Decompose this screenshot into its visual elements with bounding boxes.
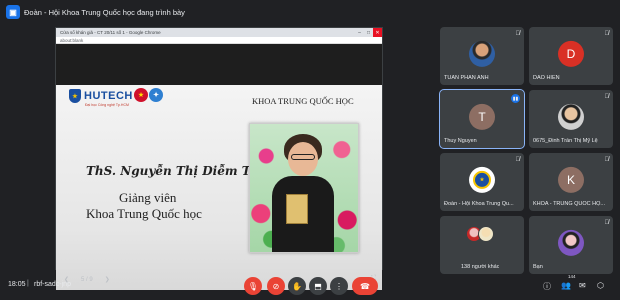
present-button[interactable]: ⬒ xyxy=(309,277,327,295)
chrome-window-controls: – □ ✕ xyxy=(355,28,382,37)
more-vert-icon: ⋮ xyxy=(335,281,343,291)
youth-union-badge-icon: ★ xyxy=(134,88,148,102)
participant-name: 0675_Đinh Trần Thị Mỹ Lệ xyxy=(533,138,598,144)
participant-avatar: D xyxy=(558,40,584,67)
participant-tile[interactable]: ★ 🎙̸ Đoàn - Hội Khoa Trung Qu... xyxy=(440,153,524,211)
people-icon[interactable]: 👥 xyxy=(561,281,571,290)
activities-icon[interactable]: ⬡ xyxy=(597,281,604,290)
union-logo-icon: ★ xyxy=(473,170,491,189)
participant-avatar xyxy=(558,229,584,256)
chrome-titlebar: Cửa sổ khán giả - CT 20/11 số 1 - Google… xyxy=(56,28,382,37)
participant-tile[interactable]: 🎙̸ 0675_Đinh Trần Thị Mỹ Lệ xyxy=(529,90,613,148)
presentation-slide: ★ HUTECH Đại học Công nghệ Tp.HCM ★ ✦ KH… xyxy=(56,44,382,290)
participant-tile[interactable]: 🎙̸ TUAN PHAN ANH xyxy=(440,27,524,85)
mic-off-icon: 🎙̸ xyxy=(604,157,610,163)
self-tile[interactable]: 🎙̸ Bạn xyxy=(529,216,613,274)
divider: | xyxy=(27,280,29,287)
more-options-button[interactable]: ⋮ xyxy=(330,277,348,295)
participant-name: Bạn xyxy=(533,264,543,270)
others-avatar-stack xyxy=(466,226,494,242)
mic-off-icon: 🎙̸ xyxy=(604,94,610,100)
minimize-icon: – xyxy=(358,29,361,36)
person-book xyxy=(286,194,308,224)
others-tile[interactable]: 138 người khác xyxy=(440,216,524,274)
mic-off-icon: 🎙̸ xyxy=(515,157,521,163)
mic-off-icon: 🎙̸ xyxy=(604,31,610,37)
maximize-icon: □ xyxy=(366,29,371,36)
participant-avatar xyxy=(469,40,495,67)
camera-off-icon: ⊘ xyxy=(272,281,280,291)
chat-icon[interactable]: ✉ xyxy=(579,281,586,290)
hutech-shield-icon: ★ xyxy=(69,89,81,103)
meeting-code: rbf-sadc-jnp xyxy=(34,281,71,288)
participant-avatar xyxy=(478,226,494,242)
mic-off-icon: 🎙̸ xyxy=(604,220,610,226)
bottom-toolbar: 18:05 | rbf-sadc-jnp 🎙 ⊘ ✋ ⬒ ⋮ ☎ ⓘ 👥 144… xyxy=(0,272,620,300)
participant-avatar xyxy=(558,103,584,130)
address-text: about:blank xyxy=(60,37,84,43)
mic-toggle-button[interactable]: 🎙 xyxy=(244,277,262,295)
slide-top-dark xyxy=(56,44,382,85)
leave-call-button[interactable]: ☎ xyxy=(352,277,378,295)
others-count-label: 138 người khác xyxy=(461,264,500,270)
info-icon[interactable]: ⓘ xyxy=(543,281,551,292)
participant-avatar: ★ xyxy=(469,166,495,193)
speaking-indicator-icon: ▮▮ xyxy=(511,94,520,103)
clock: 18:05 xyxy=(8,281,26,288)
participant-name: Thuy Nguyen xyxy=(444,138,477,144)
participant-tile-active[interactable]: T ▮▮ Thuy Nguyen xyxy=(439,89,525,149)
hutech-logo-subtitle: Đại học Công nghệ Tp.HCM xyxy=(85,103,129,107)
meet-window: ▣ Đoàn - Hội Khoa Trung Quốc học đang tr… xyxy=(0,0,620,300)
mic-off-icon: 🎙̸ xyxy=(515,31,521,37)
lecturer-photo xyxy=(249,123,359,253)
participant-name: KHOA - TRUNG QUỐC HỌ... xyxy=(533,201,606,207)
person-glasses xyxy=(291,154,315,160)
present-screen-icon: ⬒ xyxy=(314,281,322,291)
hand-icon: ✋ xyxy=(292,281,302,291)
student-association-badge-icon: ✦ xyxy=(149,88,163,102)
participant-count-badge: 144 xyxy=(568,274,576,279)
presenter-banner-text: Đoàn - Hội Khoa Trung Quốc học đang trìn… xyxy=(24,7,185,17)
camera-toggle-button[interactable]: ⊘ xyxy=(267,277,285,295)
participant-avatar: K xyxy=(558,166,584,193)
chrome-address-bar: about:blank xyxy=(56,37,382,44)
participant-name: DAO HIEN xyxy=(533,75,560,81)
participant-name: TUAN PHAN ANH xyxy=(444,75,489,81)
call-end-icon: ☎ xyxy=(360,281,370,291)
shared-screen[interactable]: Cửa sổ khán giả - CT 20/11 số 1 - Google… xyxy=(55,27,383,290)
hutech-logo-text: HUTECH xyxy=(84,90,133,102)
participant-tile[interactable]: D 🎙̸ DAO HIEN xyxy=(529,27,613,85)
faculty-title: KHOA TRUNG QUỐC HỌC xyxy=(252,96,354,106)
lecturer-department: Khoa Trung Quốc học xyxy=(86,206,202,221)
lecturer-name: ThS. Nguyễn Thị Diễm Thúy xyxy=(86,164,276,178)
chrome-window-title: Cửa sổ khán giả - CT 20/11 số 1 - Google… xyxy=(60,30,161,35)
presenter-banner: ▣ Đoàn - Hội Khoa Trung Quốc học đang tr… xyxy=(6,4,185,20)
participant-tile[interactable]: K 🎙̸ KHOA - TRUNG QUỐC HỌ... xyxy=(529,153,613,211)
close-icon: ✕ xyxy=(373,28,382,37)
meet-logo-icon: ▣ xyxy=(6,5,20,19)
participant-avatar: T xyxy=(469,103,495,130)
mic-off-icon: 🎙 xyxy=(247,281,259,291)
participant-name: Đoàn - Hội Khoa Trung Qu... xyxy=(444,201,514,207)
hutech-logo: ★ HUTECH xyxy=(69,89,133,103)
raise-hand-button[interactable]: ✋ xyxy=(288,277,306,295)
lecturer-role: Giảng viên xyxy=(119,190,177,205)
